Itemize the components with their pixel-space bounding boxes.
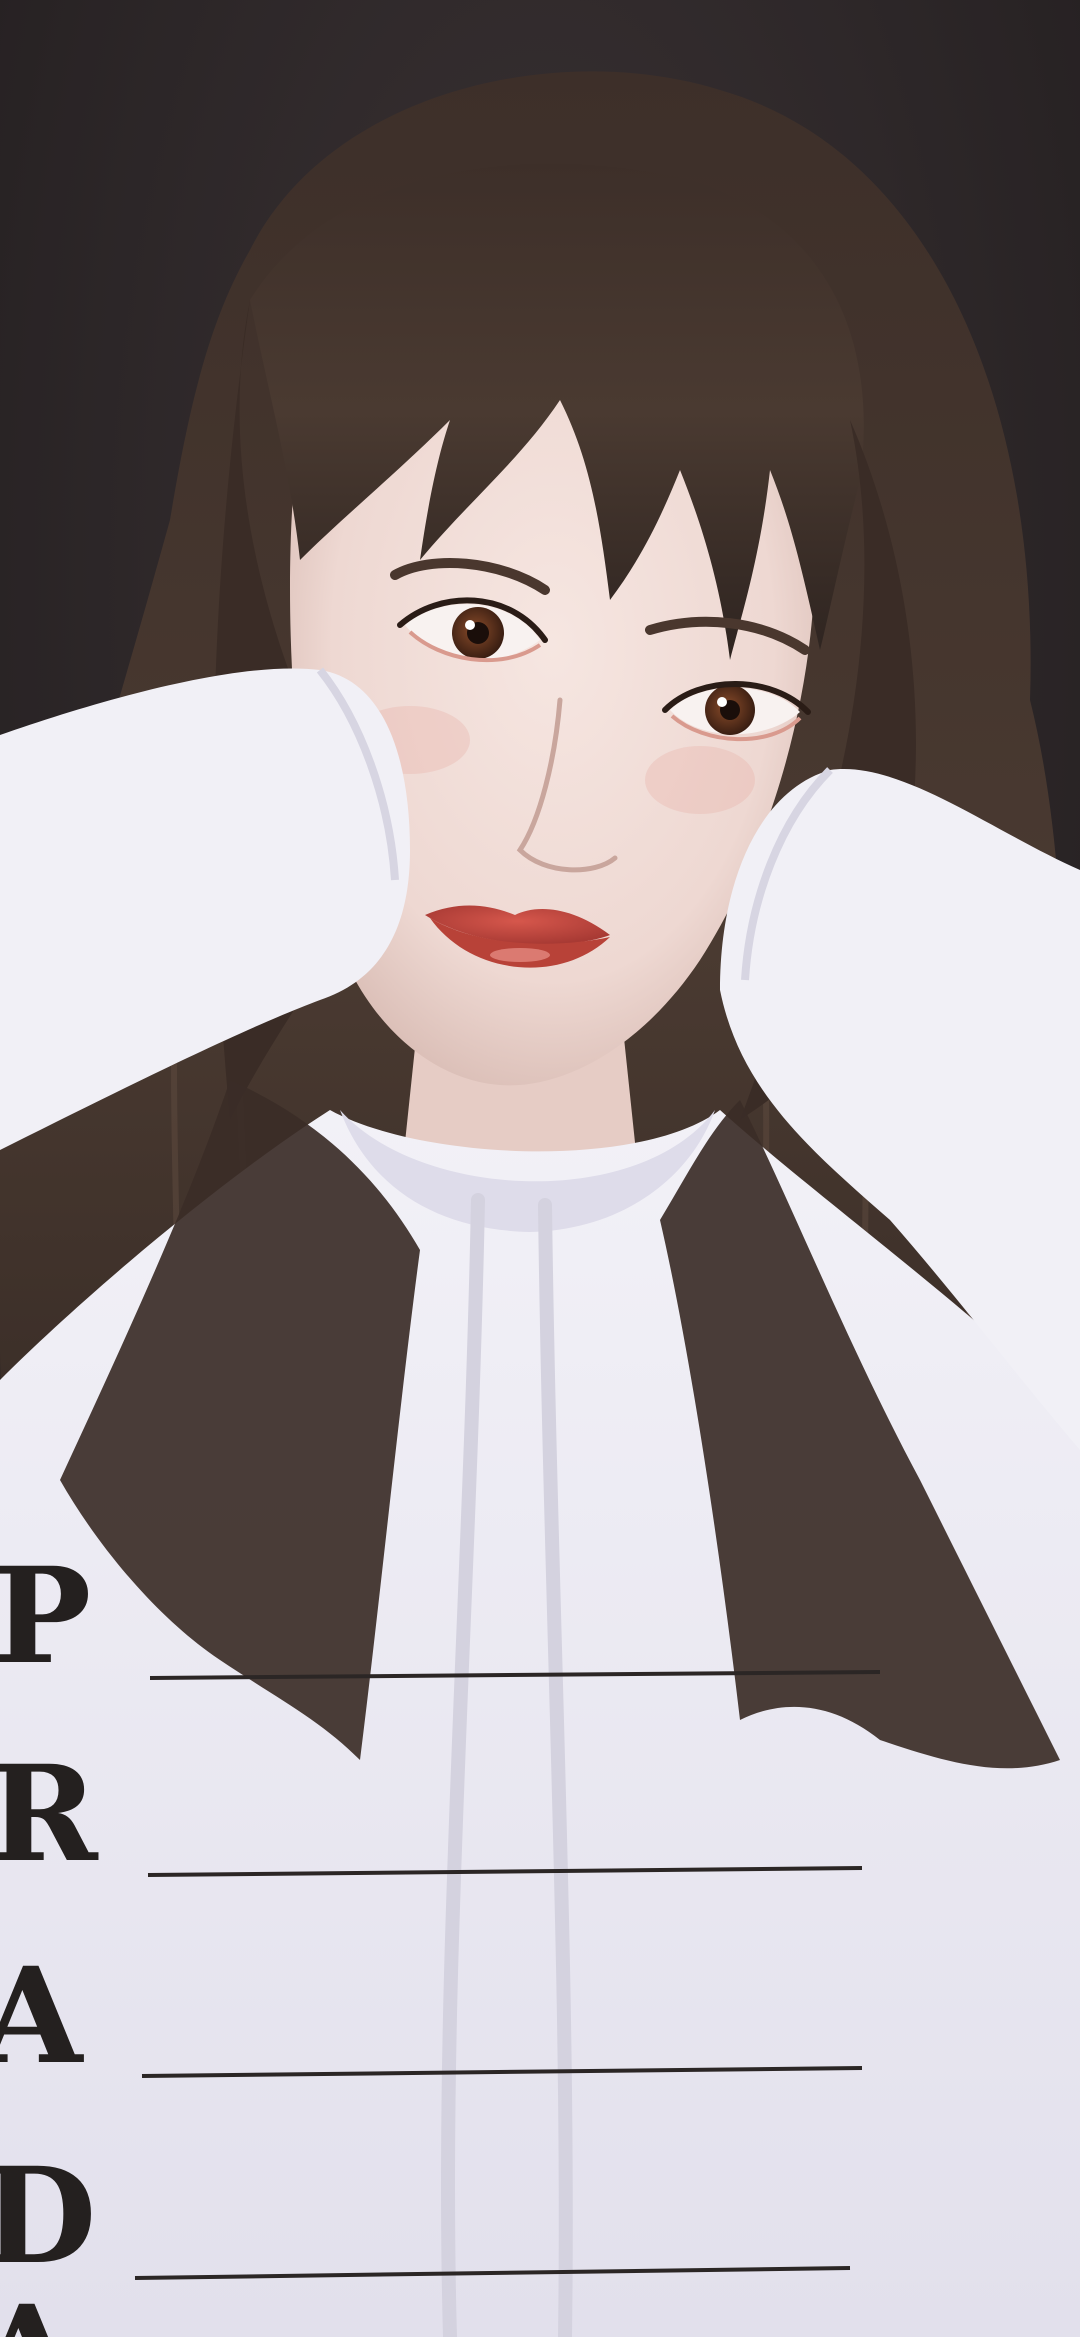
print-letter-p: P (0, 1539, 91, 1694)
portrait-illustration: P R A D A (0, 0, 1080, 2337)
right-blush (645, 746, 755, 814)
print-letter-a: A (0, 1939, 84, 2094)
portrait-photo: P R A D A (0, 0, 1080, 2337)
print-letter-r: R (0, 1737, 99, 1892)
print-letter-d: D (0, 2139, 96, 2294)
print-letter-a-2: A (0, 2277, 80, 2337)
